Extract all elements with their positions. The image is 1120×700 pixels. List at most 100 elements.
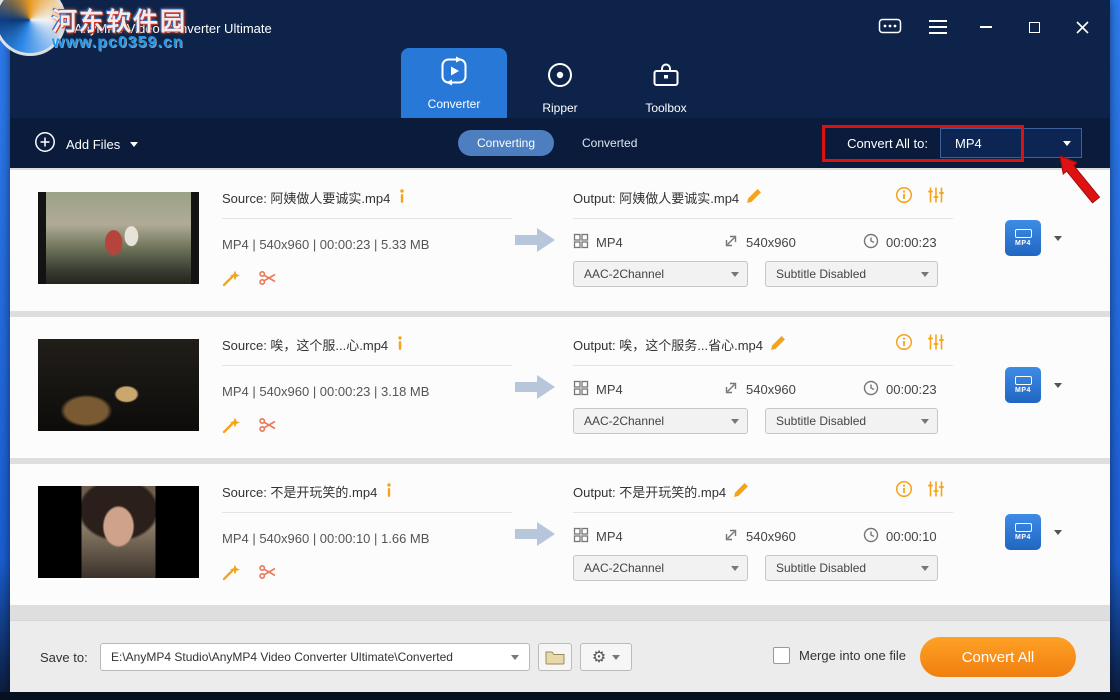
info-circle-icon[interactable] (895, 186, 913, 209)
add-files-caret-icon[interactable] (130, 142, 139, 147)
tab-toolbox[interactable]: Toolbox (613, 56, 719, 118)
save-path-input[interactable]: E:\AnyMP4 Studio\AnyMP4 Video Converter … (100, 643, 530, 671)
info-icon[interactable] (385, 482, 393, 500)
close-button[interactable] (1070, 15, 1094, 39)
device-screen-icon (1014, 523, 1032, 532)
menu-icon[interactable] (926, 15, 950, 39)
target-format-label: MP4 (1015, 387, 1031, 394)
toolbox-icon (651, 60, 681, 95)
convert-all-to-value: MP4 (955, 135, 982, 151)
subtitle-value: Subtitle Disabled (776, 267, 867, 281)
output-format: MP4 (596, 234, 623, 250)
output-format: MP4 (596, 528, 623, 544)
chevron-down-icon[interactable] (511, 654, 519, 660)
clock-icon (863, 233, 879, 252)
file-meta: MP4 | 540x960 | 00:00:10 | 1.66 MB (222, 531, 430, 546)
video-thumbnail[interactable] (38, 339, 199, 431)
audio-select[interactable]: AAC-2Channel (573, 261, 748, 287)
settings-button[interactable]: ⚙ (580, 643, 632, 671)
effects-wand-icon[interactable] (222, 269, 241, 292)
tab-toolbox-label: Toolbox (645, 100, 687, 115)
source-column: Source: 阿姨做人要诚实.mp4 MP4 | 540x960 | 00:0… (222, 186, 522, 292)
minimize-button[interactable] (974, 15, 998, 39)
cut-scissors-icon[interactable] (259, 270, 277, 291)
divider (573, 512, 953, 513)
rename-pencil-icon[interactable] (734, 482, 749, 500)
file-meta: MP4 | 540x960 | 00:00:23 | 3.18 MB (222, 384, 430, 399)
convert-all-to-select[interactable]: MP4 (940, 128, 1082, 158)
target-format-label: MP4 (1015, 240, 1031, 247)
settings-sliders-icon[interactable] (927, 333, 945, 356)
target-format-button[interactable]: MP4 (1005, 514, 1041, 550)
info-icon[interactable] (396, 335, 404, 353)
flow-arrow-icon (515, 374, 555, 405)
video-thumbnail[interactable] (38, 192, 199, 284)
converter-icon (439, 56, 469, 91)
audio-value: AAC-2Channel (584, 561, 665, 575)
folder-icon (545, 651, 565, 665)
format-grid-icon (573, 380, 589, 399)
source-column: Source: 唉，这个服...心.mp4 MP4 | 540x960 | 00… (222, 333, 522, 439)
clock-icon (863, 380, 879, 399)
add-files-label: Add Files (66, 137, 121, 152)
divider (222, 365, 512, 366)
resolution-expand-icon (723, 527, 739, 546)
rename-pencil-icon[interactable] (747, 188, 762, 206)
target-format-button[interactable]: MP4 (1005, 220, 1041, 256)
settings-sliders-icon[interactable] (927, 186, 945, 209)
subtitle-select[interactable]: Subtitle Disabled (765, 408, 938, 434)
format-grid-icon (573, 233, 589, 252)
convert-all-to-label: Convert All to: (847, 135, 928, 151)
settings-sliders-icon[interactable] (927, 480, 945, 503)
audio-value: AAC-2Channel (584, 414, 665, 428)
output-resolution: 540x960 (746, 234, 796, 250)
cut-scissors-icon[interactable] (259, 564, 277, 585)
tab-converter-label: Converter (427, 96, 481, 111)
info-circle-icon[interactable] (895, 333, 913, 356)
chevron-down-icon (731, 271, 739, 277)
convert-all-label: Convert All (961, 648, 1035, 666)
effects-wand-icon[interactable] (222, 563, 241, 586)
info-icon[interactable] (398, 188, 406, 206)
desktop-bottom-strip (0, 692, 1120, 700)
app-window: AnyMP4 Video Converter Ultimate 河东软件园 ww… (0, 0, 1110, 692)
subtitle-select[interactable]: Subtitle Disabled (765, 555, 938, 581)
subtitle-value: Subtitle Disabled (776, 414, 867, 428)
output-column: Output: 阿姨做人要诚实.mp4 MP4 540x960 00:00:23… (573, 186, 958, 287)
subtitle-select[interactable]: Subtitle Disabled (765, 261, 938, 287)
watermark-site-name: 河东软件园 (52, 8, 188, 36)
plus-circle-icon (34, 131, 56, 158)
effects-wand-icon[interactable] (222, 416, 241, 439)
maximize-button[interactable] (1022, 15, 1046, 39)
chevron-down-icon (731, 565, 739, 571)
output-duration: 00:00:10 (886, 528, 937, 544)
add-files-button[interactable]: Add Files (34, 131, 139, 158)
audio-select[interactable]: AAC-2Channel (573, 408, 748, 434)
merge-into-one-file-option[interactable]: Merge into one file (773, 647, 906, 664)
convert-all-button[interactable]: Convert All (920, 637, 1076, 677)
target-format-caret-icon[interactable] (1054, 530, 1062, 535)
video-thumbnail[interactable] (38, 486, 199, 578)
tab-ripper[interactable]: Ripper (507, 56, 613, 118)
merge-checkbox[interactable] (773, 647, 790, 664)
rename-pencil-icon[interactable] (771, 335, 786, 353)
format-grid-icon (573, 527, 589, 546)
audio-select[interactable]: AAC-2Channel (573, 555, 748, 581)
source-label: Source: 唉，这个服...心.mp4 (222, 337, 389, 353)
converting-label: Converting (476, 136, 536, 150)
target-format-button[interactable]: MP4 (1005, 367, 1041, 403)
open-folder-button[interactable] (538, 643, 572, 671)
target-format-label: MP4 (1015, 534, 1031, 541)
cut-scissors-icon[interactable] (259, 417, 277, 438)
footer-bar: Save to: E:\AnyMP4 Studio\AnyMP4 Video C… (10, 620, 1110, 692)
target-format-caret-icon[interactable] (1054, 383, 1062, 388)
converting-tab[interactable]: Converting (458, 130, 554, 156)
output-format: MP4 (596, 381, 623, 397)
converted-tab[interactable]: Converted (582, 136, 637, 150)
divider (573, 218, 953, 219)
feedback-icon[interactable] (878, 15, 902, 39)
tab-ripper-label: Ripper (542, 100, 578, 115)
info-circle-icon[interactable] (895, 480, 913, 503)
tab-converter[interactable]: Converter (401, 48, 507, 118)
target-format-caret-icon[interactable] (1054, 236, 1062, 241)
